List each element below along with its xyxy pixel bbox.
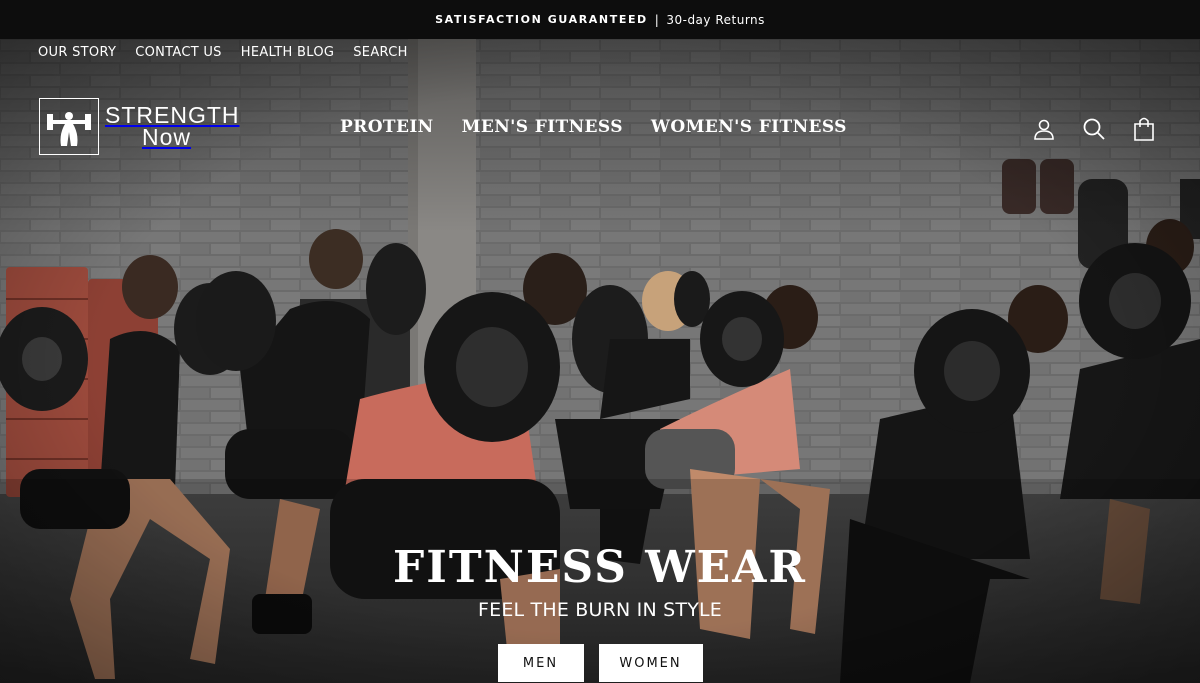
utility-nav: OUR STORY CONTACT US HEALTH BLOG SEARCH [38,45,408,60]
hero-buttons: MEN WOMEN [0,644,1200,682]
hero-subtitle: FEEL THE BURN IN STYLE [477,599,722,621]
account-icon[interactable] [1030,115,1058,143]
site-logo[interactable]: STRENGTH Now [39,98,240,155]
nav-womens-fitness[interactable]: WOMEN'S FITNESS [651,117,847,137]
util-link-search[interactable]: SEARCH [353,45,407,60]
util-link-health-blog[interactable]: HEALTH BLOG [241,45,335,60]
header-icons [1030,115,1158,143]
announcement-highlight: SATISFACTION GUARANTEED [435,13,648,26]
logo-emblem-icon [39,98,99,155]
hero-title: FITNESS WEAR [393,542,807,593]
logo-wordmark: STRENGTH Now [105,103,240,150]
nav-mens-fitness[interactable]: MEN'S FITNESS [462,117,623,137]
logo-line-2: Now [142,123,192,150]
hero-copy: FITNESS WEAR FEEL THE BURN IN STYLE [0,542,1200,622]
main-nav: PROTEIN MEN'S FITNESS WOMEN'S FITNESS [340,117,847,137]
shop-men-button[interactable]: MEN [497,644,584,682]
search-icon[interactable] [1080,115,1108,143]
util-link-contact-us[interactable]: CONTACT US [135,45,222,60]
util-link-our-story[interactable]: OUR STORY [38,45,116,60]
announcement-bar: SATISFACTION GUARANTEED | 30-day Returns [0,0,1200,39]
shop-women-button[interactable]: WOMEN [598,644,703,682]
nav-protein[interactable]: PROTEIN [340,117,434,137]
cart-icon[interactable] [1130,115,1158,143]
hero-banner: OUR STORY CONTACT US HEALTH BLOG SEARCH … [0,39,1200,683]
announcement-separator: | [654,12,660,27]
announcement-text: 30-day Returns [666,12,765,27]
